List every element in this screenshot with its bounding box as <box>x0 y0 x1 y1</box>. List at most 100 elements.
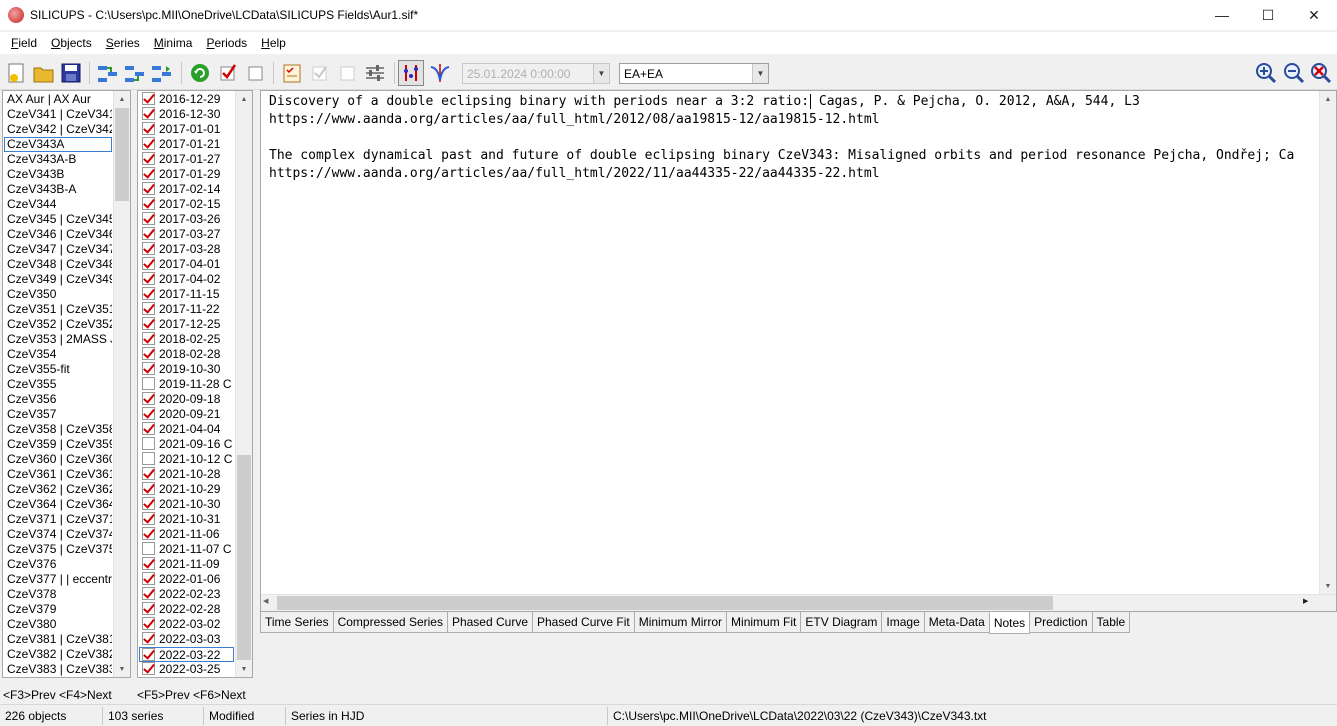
series-checkbox[interactable] <box>142 317 155 330</box>
objects-list[interactable]: AX Aur | AX Aur CzeV341 | CzeV341 CzeV342 … <box>2 90 131 678</box>
new-field-icon[interactable] <box>4 60 30 86</box>
series-checkbox[interactable] <box>142 662 155 675</box>
scroll-down-icon[interactable]: ▼ <box>1320 578 1336 594</box>
save-icon[interactable] <box>58 60 84 86</box>
scroll-up-icon[interactable]: ▲ <box>114 91 130 107</box>
scroll-down-icon[interactable]: ▼ <box>114 661 130 677</box>
series-checkbox[interactable] <box>142 272 155 285</box>
object-list-item[interactable]: CzeV364 | CzeV364 | <box>4 497 112 512</box>
series-list-item[interactable]: 2017-01-01 <box>139 122 234 137</box>
series-list-item[interactable]: 2017-01-29 <box>139 167 234 182</box>
uncheck-all-icon[interactable] <box>243 60 269 86</box>
series-tree-icon[interactable] <box>122 60 148 86</box>
tab-phased-curve[interactable]: Phased Curve <box>446 612 533 633</box>
series-checkbox[interactable] <box>142 648 155 661</box>
object-list-item[interactable]: CzeV357 <box>4 407 112 422</box>
object-list-item[interactable]: CzeV378 <box>4 587 112 602</box>
scroll-up-icon[interactable]: ▲ <box>1320 91 1336 107</box>
series-list-item[interactable]: 2021-11-07 C <box>139 542 234 557</box>
series-list-item[interactable]: 2021-10-30 <box>139 497 234 512</box>
object-list-item[interactable]: CzeV360 | CzeV360 <box>4 452 112 467</box>
scroll-left-icon[interactable]: ◀ <box>263 597 268 605</box>
series-checkbox[interactable] <box>142 107 155 120</box>
object-list-item[interactable]: CzeV361 | CzeV361 <box>4 467 112 482</box>
series-scrollbar[interactable]: ▲ ▼ <box>235 91 252 677</box>
series-checkbox[interactable] <box>142 542 155 555</box>
series-checkbox[interactable] <box>142 92 155 105</box>
check-disabled-icon[interactable] <box>307 60 333 86</box>
series-checkbox[interactable] <box>142 452 155 465</box>
series-list-item[interactable]: 2022-02-28 <box>139 602 234 617</box>
series-list-item[interactable]: 2017-11-15 <box>139 287 234 302</box>
series-list-item[interactable]: 2017-12-25 <box>139 317 234 332</box>
menu-objects[interactable]: Objects <box>44 36 99 50</box>
scroll-up-icon[interactable]: ▲ <box>236 91 252 107</box>
object-list-item[interactable]: CzeV344 <box>4 197 112 212</box>
object-list-item[interactable]: CzeV342 | CzeV342 <box>4 122 112 137</box>
scroll-thumb[interactable] <box>237 455 251 660</box>
object-list-item[interactable]: CzeV345 | CzeV345 <box>4 212 112 227</box>
tab-etv-diagram[interactable]: ETV Diagram <box>800 612 883 633</box>
object-list-item[interactable]: CzeV349 | CzeV349 <box>4 272 112 287</box>
notes-hscrollbar[interactable]: ◀ ▶ <box>261 594 1336 611</box>
object-list-item[interactable]: CzeV380 <box>4 617 112 632</box>
notes-editor[interactable]: Discovery of a double eclipsing binary w… <box>260 90 1337 612</box>
object-list-item[interactable]: CzeV354 <box>4 347 112 362</box>
check-all-icon[interactable] <box>215 60 241 86</box>
tab-phased-curve-fit[interactable]: Phased Curve Fit <box>532 612 635 633</box>
menu-help[interactable]: Help <box>254 36 293 50</box>
object-list-item[interactable]: CzeV383 | CzeV383 <box>4 662 112 677</box>
object-list-item[interactable]: CzeV359 | CzeV359 <box>4 437 112 452</box>
scroll-thumb[interactable] <box>115 108 129 201</box>
date-time-combo[interactable]: 25.01.2024 0:00:00 ▼ <box>462 63 610 84</box>
chevron-down-icon[interactable]: ▼ <box>752 64 768 83</box>
series-list-item[interactable]: 2019-11-28 C <box>139 377 234 392</box>
tab-table[interactable]: Table <box>1091 612 1131 633</box>
series-checkbox[interactable] <box>142 467 155 480</box>
series-list-item[interactable]: 2016-12-29 <box>139 92 234 107</box>
object-list-item[interactable]: CzeV355-fit <box>4 362 112 377</box>
series-list-item[interactable]: 2019-10-30 <box>139 362 234 377</box>
series-checkbox[interactable] <box>142 152 155 165</box>
menu-minima[interactable]: Minima <box>147 36 200 50</box>
series-checkbox[interactable] <box>142 242 155 255</box>
series-list-item[interactable]: 2017-03-27 <box>139 227 234 242</box>
series-checkbox[interactable] <box>142 527 155 540</box>
series-checkbox[interactable] <box>142 422 155 435</box>
menu-series[interactable]: Series <box>99 36 147 50</box>
tab-minimum-fit[interactable]: Minimum Fit <box>726 612 802 633</box>
series-checkbox[interactable] <box>142 347 155 360</box>
settings-sliders-icon[interactable] <box>362 60 388 86</box>
series-list-item[interactable]: 2017-02-14 <box>139 182 234 197</box>
light-curve-icon[interactable] <box>427 60 453 86</box>
object-list-item[interactable]: CzeV346 | CzeV346 | <box>4 227 112 242</box>
tab-notes[interactable]: Notes <box>988 612 1031 634</box>
series-checkbox[interactable] <box>142 392 155 405</box>
scroll-right-icon[interactable]: ▶ <box>1303 597 1308 605</box>
series-list-item[interactable]: 2017-02-15 <box>139 197 234 212</box>
object-list-item[interactable]: CzeV376 <box>4 557 112 572</box>
menu-periods[interactable]: Periods <box>199 36 254 50</box>
series-checkbox[interactable] <box>142 557 155 570</box>
series-list-item[interactable]: 2021-10-28 <box>139 467 234 482</box>
series-list-item[interactable]: 2021-09-16 C <box>139 437 234 452</box>
notes-text[interactable]: Discovery of a double eclipsing binary w… <box>269 93 1294 183</box>
tab-image[interactable]: Image <box>881 612 925 633</box>
object-list-item[interactable]: CzeV382 | CzeV382 <box>4 647 112 662</box>
series-checkbox[interactable] <box>142 377 155 390</box>
series-list-item[interactable]: 2020-09-18 <box>139 392 234 407</box>
object-list-item[interactable]: CzeV371 | CzeV371 <box>4 512 112 527</box>
series-list[interactable]: 2016-12-29 2016-12-30 2017-01-01 2017-01-21… <box>137 90 253 678</box>
object-list-item[interactable]: CzeV352 | CzeV352 <box>4 317 112 332</box>
series-list-item[interactable]: 2017-01-21 <box>139 137 234 152</box>
object-list-item[interactable]: CzeV348 | CzeV348 <box>4 257 112 272</box>
series-list-item[interactable]: 2021-04-04 <box>139 422 234 437</box>
series-checkbox[interactable] <box>142 122 155 135</box>
series-checkbox[interactable] <box>142 302 155 315</box>
object-list-item[interactable]: CzeV353 | 2MASS J0 <box>4 332 112 347</box>
series-checkbox[interactable] <box>142 212 155 225</box>
series-list-item[interactable]: 2018-02-25 <box>139 332 234 347</box>
series-checkbox[interactable] <box>142 407 155 420</box>
series-list-item[interactable]: 2016-12-30 <box>139 107 234 122</box>
object-list-item[interactable]: CzeV351 | CzeV351 <box>4 302 112 317</box>
